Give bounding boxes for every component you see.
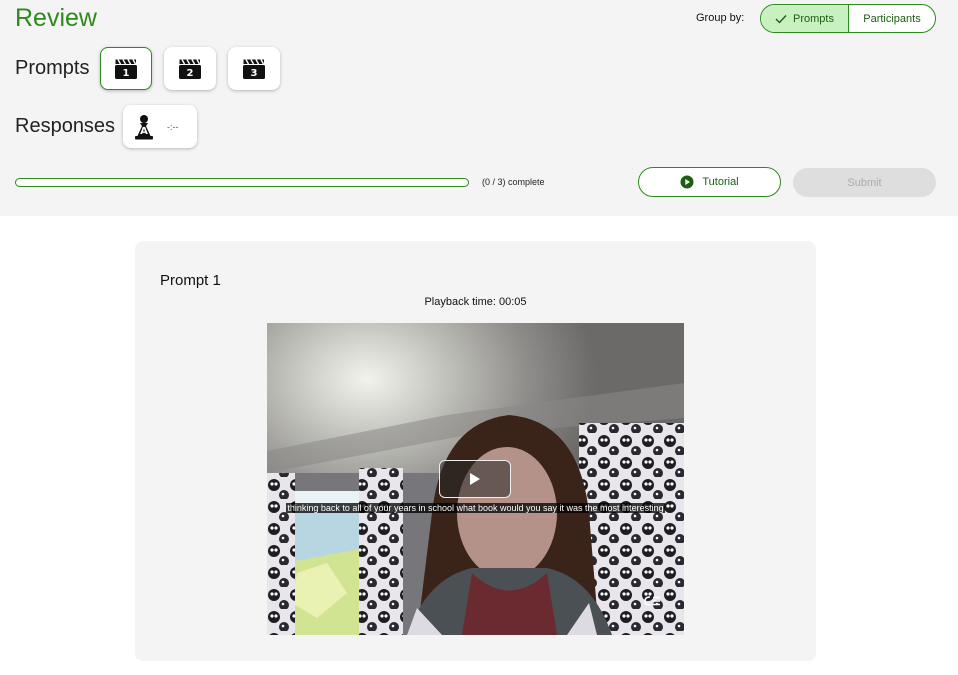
play-circle-icon [680, 175, 694, 189]
video-caption-text: thinking back to all of your years in sc… [286, 503, 665, 513]
prompts-label: Prompts [15, 57, 90, 79]
clapperboard-icon: 3 [242, 58, 266, 80]
pawn-icon: A [133, 114, 155, 140]
video-caption: thinking back to all of your years in sc… [267, 503, 684, 514]
response-duration: -:-- [167, 121, 179, 132]
prompt-title: Prompt 1 [160, 272, 221, 289]
response-a-button[interactable]: A -:-- [123, 105, 197, 148]
prompt-3-number: 3 [250, 67, 258, 79]
group-by-participants-label: Participants [863, 12, 921, 25]
clapperboard-icon: 1 [114, 58, 138, 80]
group-by-label: Group by: [696, 12, 745, 24]
progress-text: (0 / 3) complete [482, 177, 545, 187]
playback-time: Playback time: 00:05 [424, 296, 527, 308]
group-by-prompts-button[interactable]: Prompts [761, 5, 849, 32]
group-by-prompts-label: Prompts [793, 12, 834, 25]
prompt-1-button[interactable]: 1 [100, 47, 152, 90]
header-panel: Review Group by: Prompts Participants Pr… [0, 0, 958, 216]
video-player[interactable]: thinking back to all of your years in sc… [267, 323, 684, 635]
responses-label: Responses [15, 115, 116, 137]
progress-bar [15, 178, 469, 187]
submit-label: Submit [847, 176, 882, 189]
clapperboard-icon: 2 [178, 58, 202, 80]
prompt-3-button[interactable]: 3 [228, 47, 280, 90]
prompt-card: Prompt 1 Playback time: 00:05 thinking b… [135, 241, 816, 661]
group-by-participants-button[interactable]: Participants [849, 5, 935, 32]
tutorial-label: Tutorial [702, 176, 739, 188]
prompt-2-number: 2 [186, 67, 194, 79]
page-title: Review [15, 4, 97, 32]
group-by-toggle: Prompts Participants [760, 4, 936, 33]
video-play-button[interactable] [439, 460, 511, 498]
participant-letter: A [140, 125, 148, 137]
prompt-1-number: 1 [122, 67, 130, 79]
prompt-2-button[interactable]: 2 [164, 47, 216, 90]
closed-captions-icon[interactable] [643, 594, 663, 608]
submit-button[interactable]: Submit [793, 168, 936, 197]
check-icon [775, 14, 787, 24]
play-icon [470, 473, 480, 485]
tutorial-button[interactable]: Tutorial [638, 167, 781, 197]
